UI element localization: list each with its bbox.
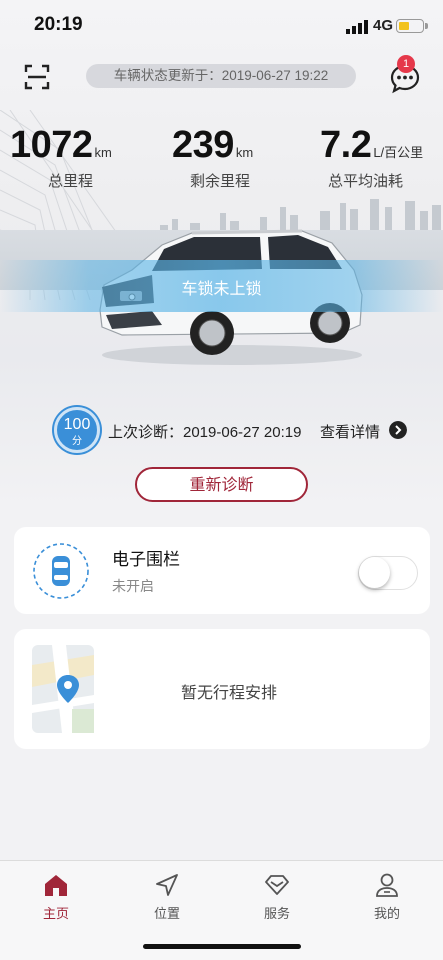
tab-location[interactable]: 位置 — [127, 871, 207, 922]
stat-label: 总平均油耗 — [328, 172, 404, 190]
network-type: 4G — [373, 17, 394, 34]
stat-unit: km — [235, 145, 254, 160]
geofence-status: 未开启 — [112, 579, 154, 595]
trip-card[interactable]: 暂无行程安排 — [14, 629, 430, 749]
tab-label: 位置 — [153, 907, 180, 922]
navigation-icon — [156, 874, 178, 896]
geofence-car-icon — [33, 543, 89, 599]
tab-service[interactable]: 服务 — [237, 871, 317, 922]
rediagnose-button[interactable]: 重新诊断 — [135, 467, 308, 502]
battery-icon — [396, 19, 424, 33]
profile-icon — [376, 873, 398, 897]
geofence-toggle[interactable] — [358, 556, 418, 590]
tab-label: 我的 — [373, 907, 400, 922]
tab-label: 主页 — [42, 907, 69, 922]
home-icon — [45, 875, 67, 896]
score-value: 100 — [63, 416, 91, 433]
stat-remaining-mileage: 239 km — [172, 124, 253, 167]
tab-label: 服务 — [263, 907, 290, 922]
last-diagnosis-text: 上次诊断：2019-06-27 20:19 — [108, 424, 302, 441]
stat-value: 7.2 — [320, 124, 372, 166]
stat-total-mileage: 1072 km — [10, 124, 112, 167]
stat-value: 1072 — [10, 124, 93, 166]
stat-label: 剩余里程 — [190, 172, 251, 190]
message-badge: 1 — [397, 55, 415, 73]
chevron-right-icon[interactable] — [389, 421, 407, 439]
status-time: 20:19 — [34, 14, 83, 35]
stat-unit: L/百公里 — [373, 145, 424, 160]
trip-empty-text: 暂无行程安排 — [180, 683, 277, 702]
home-indicator — [143, 944, 301, 949]
lock-status-text: 车锁未上锁 — [181, 279, 262, 298]
stat-fuel-consumption: 7.2 L/百公里 — [320, 124, 423, 167]
signal-icon — [346, 20, 368, 34]
stat-unit: km — [94, 145, 112, 160]
status-bar: 20:19 4G — [0, 0, 443, 50]
diagnosis-score-badge: 100 分 — [54, 407, 100, 453]
geofence-title: 电子围栏 — [112, 550, 180, 570]
score-unit: 分 — [72, 436, 82, 447]
battery-cap — [425, 23, 428, 29]
toggle-knob — [359, 557, 390, 588]
stat-value: 239 — [172, 124, 234, 166]
tab-home[interactable]: 主页 — [16, 871, 96, 922]
view-details-link[interactable]: 查看详情 — [320, 421, 380, 442]
tab-profile[interactable]: 我的 — [347, 871, 427, 922]
stat-label: 总里程 — [48, 172, 94, 190]
service-icon — [265, 875, 289, 895]
update-status-pill: 车辆状态更新于：2019-06-27 19:22 — [86, 64, 356, 88]
scan-icon[interactable] — [24, 64, 50, 90]
geofence-card[interactable]: 电子围栏 未开启 — [14, 527, 430, 614]
